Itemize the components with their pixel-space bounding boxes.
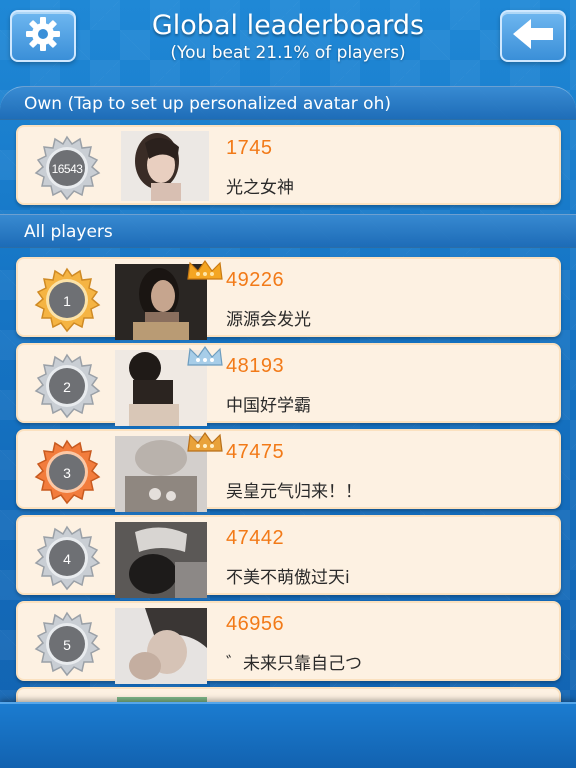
player-name: 不美不萌傲过天i	[226, 568, 350, 588]
all-players-section-header: All players	[0, 214, 576, 248]
arrow-left-icon	[511, 17, 555, 55]
avatar	[115, 608, 207, 684]
crown-icon	[186, 431, 224, 453]
rank-number: 16543	[51, 162, 83, 176]
crown-icon	[186, 345, 224, 367]
rank-number: 3	[63, 465, 71, 481]
player-name: 光之女神	[226, 178, 294, 198]
settings-button[interactable]	[10, 10, 76, 62]
rank-number: 2	[63, 379, 71, 395]
bottom-bar	[0, 702, 576, 768]
score: 47442	[226, 527, 285, 549]
rank-badge: 2	[33, 353, 101, 421]
score: 1745	[226, 137, 273, 159]
page-subtitle: (You beat 21.1% of players)	[170, 43, 406, 63]
avatar[interactable]	[121, 131, 209, 201]
rank-number: 5	[63, 637, 71, 653]
rank-badge: 1	[33, 267, 101, 335]
header: Global leaderboards (You beat 21.1% of p…	[0, 0, 576, 86]
player-name: 源源会发光	[226, 310, 311, 330]
rank-number: 4	[63, 551, 71, 567]
leaderboard-row[interactable]: 1 49226 源源会发光	[16, 257, 561, 340]
player-name: 中国好学霸	[226, 396, 311, 416]
leaderboard-row[interactable]: 3 47475 吴皇元气归来！！	[16, 429, 561, 512]
leaderboard-row[interactable]: 2 48193 中国好学霸	[16, 343, 561, 426]
score: 48193	[226, 355, 285, 377]
gear-icon	[23, 14, 63, 58]
rank-badge: 4	[33, 525, 101, 593]
rank-badge: 3	[33, 439, 101, 507]
own-section-header[interactable]: Own (Tap to set up personalized avatar o…	[0, 86, 576, 120]
rank-badge: 5	[33, 611, 101, 679]
player-name: 吴皇元气归来！！	[226, 482, 362, 502]
page-title: Global leaderboards	[151, 10, 425, 41]
back-button[interactable]	[500, 10, 566, 62]
rank-number: 1	[63, 293, 71, 309]
own-entry-row[interactable]: 16543 1745 光之女神	[16, 125, 561, 205]
rank-badge: 16543	[33, 135, 101, 203]
score: 46956	[226, 613, 285, 635]
leaderboard-row[interactable]: 5 46956 ゛未来只靠自己つ	[16, 601, 561, 684]
leaderboard-row[interactable]: 4 47442 不美不萌傲过天i	[16, 515, 561, 598]
player-name: ゛未来只靠自己つ	[226, 654, 362, 674]
score: 49226	[226, 269, 285, 291]
score: 47475	[226, 441, 285, 463]
avatar	[115, 522, 207, 598]
crown-icon	[186, 259, 224, 281]
